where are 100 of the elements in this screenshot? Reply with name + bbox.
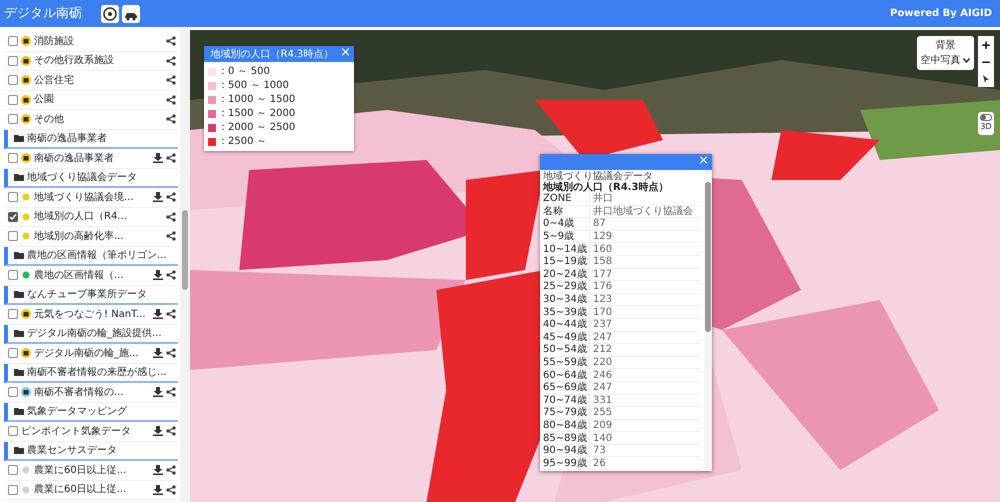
attribute-value: 255 [589,407,701,418]
attribute-name: 15~19歳 [543,256,588,268]
download-icon[interactable] [153,270,163,280]
share-icon[interactable] [166,153,176,164]
layer-group-header[interactable]: 南砺不審者情報の来歴が感じ... [4,364,178,383]
group-label: 農地の区画情報（筆ポリゴン... [27,250,168,261]
share-icon[interactable] [166,348,176,358]
checkbox[interactable] [8,426,18,436]
car-icon[interactable] [122,4,140,22]
emblem-icon[interactable] [101,4,119,22]
attribute-name: 70~74歳 [543,394,588,406]
attribute-value: 177 [589,268,701,280]
share-icon[interactable] [166,94,176,105]
attribute-value: 129 [589,231,701,242]
checkbox[interactable] [8,192,18,202]
folder-icon [14,407,24,416]
group-label: 気象データマッピング [27,406,128,417]
share-icon[interactable] [166,114,176,124]
share-icon[interactable] [166,56,176,66]
folder-icon [14,251,24,260]
share-icon[interactable] [166,192,176,202]
attribute-name: 25~29歳 [543,281,588,292]
download-icon[interactable] [153,465,163,476]
attribute-value: 209 [589,420,701,431]
share-icon[interactable] [166,465,176,476]
app-title: デジタル南砺 [3,4,82,23]
background-selector[interactable]: 背景 空中写真 [916,36,974,70]
download-icon[interactable] [153,309,163,320]
layer-group-header[interactable]: なんチューブ事業所データ [4,286,178,305]
download-icon[interactable] [153,426,163,436]
attribute-name: 0~4歳 [543,218,576,230]
checkbox[interactable] [8,231,18,242]
checkbox[interactable] [8,56,18,66]
folder-icon [14,290,24,298]
checkbox[interactable] [8,75,18,86]
share-icon[interactable] [166,270,176,280]
layer-group-header[interactable]: デジタル南砺の輪_施設提供... [4,324,178,344]
layer-label: 農地の区画情報（... [34,270,125,281]
attribute-value: 220 [589,357,701,368]
legend-label: ：1500 ～ 2000 [218,107,296,121]
layer-group-header[interactable]: 農地の区画情報（筆ポリゴン... [4,246,178,266]
attribute-name: 60~64歳 [543,370,588,381]
group-label: 農業センサスデータ [27,444,118,456]
checkbox[interactable] [8,465,18,476]
legend-title: 地域別の人口（R4.3時点） [210,48,334,62]
checkbox[interactable] [8,114,18,124]
layer-group-header[interactable]: 地域づくり協議会データ [4,168,178,188]
checkbox[interactable] [8,348,18,358]
close-button[interactable]: × [337,46,354,59]
layer-label: 地域づくり協議会境... [34,192,135,203]
attribute-name: 10~14歳 [543,244,588,255]
attribute-name: 5~9歳 [543,231,576,242]
attribute-value: 井口地域づくり協議会 [589,206,701,217]
download-icon[interactable] [153,348,163,358]
share-icon[interactable] [166,212,176,222]
scrollbar[interactable] [704,170,712,472]
group-label: 南砺不審者情報の来歴が感じ... [27,366,168,378]
3d-toggle[interactable]: 3D [978,112,994,135]
attribute-name: 40~44歳 [543,319,588,330]
download-icon[interactable] [153,153,163,164]
attribute-value: 237 [589,319,701,330]
attribute-name: 85~89歳 [543,432,588,444]
share-icon[interactable] [166,426,176,436]
checkbox[interactable] [8,484,18,495]
attribute-name: 90~94歳 [543,445,588,456]
checkbox[interactable] [8,270,18,280]
folder-icon [14,134,24,142]
share-icon[interactable] [166,309,176,320]
download-icon[interactable] [153,484,163,495]
share-icon[interactable] [166,484,176,495]
attribute-name: 35~39歳 [543,306,588,318]
checkbox[interactable] [8,309,18,320]
close-button[interactable]: × [695,154,712,167]
layer-label: 公営住宅 [34,74,75,86]
checkbox[interactable] [8,94,18,105]
layer-label: 地域別の高齢化率... [34,230,125,242]
layer-group-header[interactable]: 農業センサスデータ [4,442,178,461]
share-icon[interactable] [166,36,176,46]
checkbox[interactable] [8,387,18,398]
checkbox[interactable] [8,36,18,46]
attribute-value: 73 [589,445,701,456]
share-icon[interactable] [166,75,176,86]
folder-icon [14,368,24,376]
legend-label: ：1000 ～ 1500 [218,93,296,107]
attribute-value: 160 [589,244,701,255]
attribute-name: 75~79歳 [543,407,588,418]
share-icon[interactable] [166,231,176,242]
scrollbar[interactable] [180,30,190,502]
attribute-value: 247 [589,382,701,394]
download-icon[interactable] [153,192,163,202]
attribute-name: 80~84歳 [543,420,588,431]
share-icon[interactable] [166,387,176,398]
checkbox[interactable] [8,212,18,222]
checkbox[interactable] [8,153,18,164]
attribute-value: 170 [589,306,701,318]
layer-group-header[interactable]: 南砺の逸品事業者 [4,130,178,149]
attribute-name: 20~24歳 [543,268,588,280]
layer-group-header[interactable]: 気象データマッピング [4,402,178,422]
legend-label: ：2500 ～ [218,135,267,149]
download-icon[interactable] [153,387,163,398]
